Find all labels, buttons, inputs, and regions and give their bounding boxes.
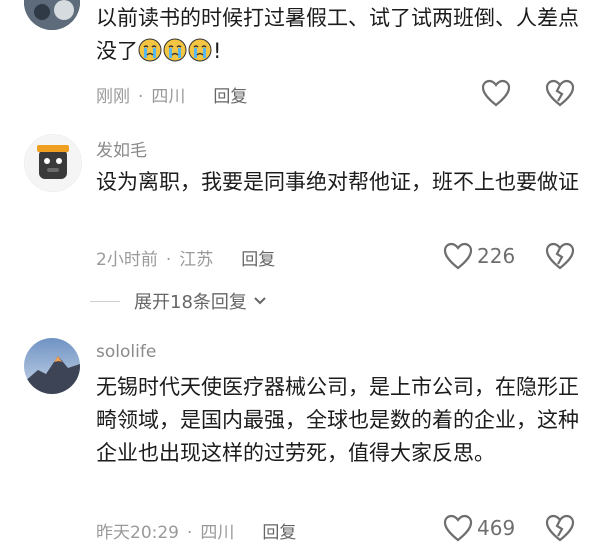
like-button[interactable]: 469: [443, 514, 515, 542]
broken-heart-icon: [545, 514, 575, 542]
reply-button[interactable]: 回复: [262, 523, 296, 543]
comment-meta: 昨天20:29 · 四川 回复: [96, 523, 297, 543]
heart-outline-icon: [443, 514, 473, 542]
comment-location: 四川: [151, 87, 186, 107]
reply-button[interactable]: 回复: [213, 87, 247, 107]
crying-face-icon: [188, 38, 212, 62]
expand-replies-button[interactable]: 展开18条回复: [90, 288, 269, 314]
broken-heart-icon: [545, 242, 575, 270]
dislike-button[interactable]: [545, 514, 575, 546]
like-count: 226: [477, 244, 516, 268]
comment-time: 刚刚: [96, 87, 130, 107]
comment-meta: 2小时前 · 江苏 回复: [96, 250, 276, 270]
avatar[interactable]: [24, 0, 80, 30]
like-button[interactable]: 226: [443, 242, 515, 270]
crying-face-icon: [138, 38, 162, 62]
comment-location: 江苏: [179, 250, 214, 270]
reply-button[interactable]: 回复: [241, 250, 275, 270]
comment-text: 设为离职，我要是同事绝对帮他证，班不上也要做证: [96, 170, 579, 194]
crying-face-icon: [163, 38, 187, 62]
comment-location: 四川: [200, 523, 235, 543]
like-count: 469: [477, 516, 516, 540]
chevron-down-icon: [254, 297, 266, 305]
expand-replies-label: 展开18条回复: [134, 292, 247, 313]
divider-line: [90, 300, 120, 302]
comment-text: 无锡时代天使医疗器械公司，是上市公司，在隐形正畸领域，是国内最强，全球也是数的着…: [96, 375, 579, 465]
comment-text: 以前读书的时候打过暑假工、试了试两班倒、人差点没了!: [96, 6, 579, 63]
avatar[interactable]: [24, 338, 80, 394]
heart-outline-icon: [481, 79, 511, 107]
comment-meta: 刚刚 · 四川 回复: [96, 87, 248, 107]
broken-heart-icon: [545, 79, 575, 107]
comment-time: 2小时前: [96, 250, 158, 270]
avatar[interactable]: [24, 134, 82, 192]
heart-outline-icon: [443, 242, 473, 270]
comment-time: 昨天20:29: [96, 523, 179, 543]
comment-username[interactable]: sololife: [96, 342, 156, 362]
comment-username[interactable]: 发如毛: [96, 136, 147, 161]
dislike-button[interactable]: [545, 242, 575, 274]
like-button[interactable]: [481, 79, 511, 107]
dislike-button[interactable]: [545, 79, 575, 111]
